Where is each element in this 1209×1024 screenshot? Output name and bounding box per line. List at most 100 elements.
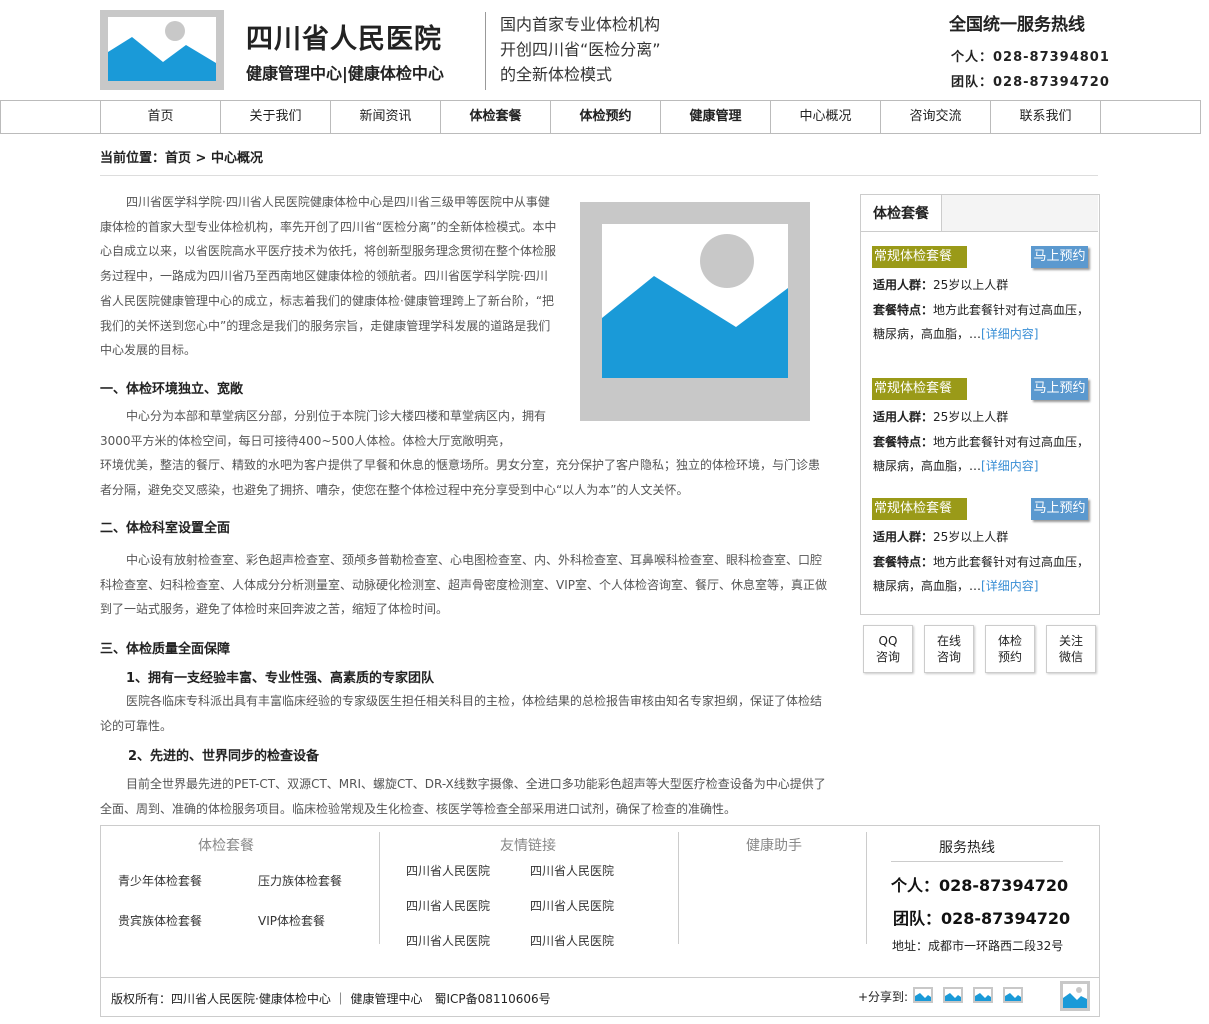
article-para-4: 目前全世界最先进的PET-CT、双源CT、MRI、螺旋CT、DR-X线数字摄像、… [100, 777, 826, 816]
package-name[interactable]: 常规体检套餐 [872, 498, 967, 520]
hotline-personal: 个人：028-87394801 [951, 50, 1110, 65]
friend-link[interactable]: 四川省人民医院 [530, 862, 614, 879]
share-icon[interactable] [943, 987, 963, 1003]
footer-image-icon[interactable] [1060, 981, 1090, 1011]
detail-link[interactable]: [详细内容] [981, 327, 1038, 341]
online-consult-button[interactable]: 在线 咨询 [924, 625, 974, 673]
wechat-label-2: 微信 [1058, 650, 1083, 664]
crowd-label: 适用人群： [873, 410, 934, 424]
article-para-2: 中心设有放射检查室、彩色超声检查室、颈颅多普勒检查室、心电图检查室、内、外科检查… [100, 553, 827, 617]
book-button[interactable]: 马上预约 [1031, 378, 1088, 400]
sidebar-tab-bar: 体检套餐 [861, 195, 1098, 232]
friend-link[interactable]: 四川省人民医院 [406, 897, 490, 914]
article-image [580, 202, 810, 421]
booking-label-1: 体检 [997, 634, 1022, 648]
header-divider [485, 12, 486, 90]
package-info: 适用人群：25岁以上人群 套餐特点：地方此套餐针对有过高血压，糖尿病，高血脂，…… [873, 525, 1093, 599]
package-name[interactable]: 常规体检套餐 [872, 378, 967, 400]
header-slogan: 国内首家专业体检机构 开创四川省“医检分离” 的全新体检模式 [500, 12, 661, 87]
footer-link[interactable]: 贵宾族体检套餐 [118, 912, 202, 929]
main-nav: 首页 关于我们 新闻资讯 体检套餐 体检预约 健康管理 中心概况 咨询交流 联系… [0, 100, 1201, 134]
feature-label: 套餐特点： [873, 434, 934, 449]
crowd-value: 25岁以上人群 [933, 530, 1009, 544]
nav-contact[interactable]: 联系我们 [990, 101, 1101, 133]
nav-news[interactable]: 新闻资讯 [330, 101, 440, 133]
detail-link[interactable]: [详细内容] [981, 459, 1038, 473]
hotline-underline [891, 861, 1063, 862]
nav-home[interactable]: 首页 [100, 101, 220, 133]
footer-divider [866, 832, 867, 944]
detail-link[interactable]: [详细内容] [981, 579, 1038, 593]
footer-divider [678, 832, 679, 944]
online-label-1: 在线 [936, 634, 961, 648]
nav-about[interactable]: 关于我们 [220, 101, 330, 133]
article-para-1a: 中心分为本部和草堂病区分部，分别位于本院门诊大楼四楼和草堂病区内，拥有3000平… [100, 409, 547, 448]
footer-hotline-title: 服务热线 [939, 840, 995, 856]
feature-label: 套餐特点： [873, 554, 934, 569]
article-heading-2: 二、体检科室设置全面 [100, 521, 231, 536]
share-icon[interactable] [1003, 987, 1023, 1003]
wechat-button[interactable]: 关注 微信 [1046, 625, 1096, 673]
footer-personal: 个人：028-87394720 [891, 876, 1069, 895]
footer-divider [379, 832, 380, 944]
footer-link[interactable]: 压力族体检套餐 [258, 872, 342, 889]
footer-link[interactable]: VIP体检套餐 [258, 912, 325, 929]
footer-packages-title: 体检套餐 [198, 838, 254, 854]
booking-button[interactable]: 体检 预约 [985, 625, 1035, 673]
crowd-value: 25岁以上人群 [933, 410, 1009, 424]
hospital-name: 四川省人民医院 [246, 24, 442, 55]
article-intro: 四川省医学科学院·四川省人民医院健康体检中心是四川省三级甲等医院中从事健康体检的… [100, 195, 557, 358]
footer-team: 团队：028-87394720 [893, 909, 1071, 928]
friend-link[interactable]: 四川省人民医院 [406, 932, 490, 949]
copyright: 版权所有：四川省人民医院·健康体检中心 ｜ 健康管理中心 蜀ICP备081106… [111, 992, 551, 1006]
qq-label-2: 咨询 [875, 650, 900, 664]
footer-bottom-divider [101, 977, 1099, 978]
nav-booking[interactable]: 体检预约 [550, 101, 660, 133]
crowd-value: 25岁以上人群 [933, 278, 1009, 292]
article-heading-1: 一、体检环境独立、宽敞 [100, 382, 244, 397]
article-heading-3: 三、体检质量全面保障 [100, 642, 231, 657]
logo-image[interactable] [100, 10, 224, 90]
article-para-1b: 环境优美，整洁的餐厅、精致的水吧为客户提供了早餐和休息的惬意场所。男女分室，充分… [100, 458, 821, 497]
wechat-label-1: 关注 [1058, 634, 1083, 648]
friend-link[interactable]: 四川省人民医院 [530, 897, 614, 914]
feature-label: 套餐特点： [873, 302, 934, 317]
book-button[interactable]: 马上预约 [1031, 246, 1088, 268]
article-para-3: 医院各临床专科派出具有丰富临床经验的专家级医生担任相关科目的主检，体检结果的总检… [100, 694, 823, 733]
nav-consult[interactable]: 咨询交流 [880, 101, 990, 133]
hotline-team: 团队：028-87394720 [951, 75, 1110, 90]
article-subheading-1: 1、拥有一支经验丰富、专业性强、高素质的专家团队 [126, 671, 435, 686]
footer: 体检套餐 青少年体检套餐 压力族体检套餐 贵宾族体检套餐 VIP体检套餐 友情链… [100, 825, 1100, 1017]
slogan-line-1: 国内首家专业体检机构 [500, 15, 661, 34]
breadcrumb: 当前位置：首页 > 中心概况 [100, 151, 263, 166]
nav-health[interactable]: 健康管理 [660, 101, 770, 133]
share-label: +分享到: [858, 990, 909, 1004]
share-icon[interactable] [973, 987, 993, 1003]
book-button[interactable]: 马上预约 [1031, 498, 1088, 520]
booking-label-2: 预约 [997, 650, 1022, 664]
footer-address: 地址：成都市一环路西二段32号 [892, 939, 1064, 953]
share-icon[interactable] [913, 987, 933, 1003]
hospital-subtitle: 健康管理中心|健康体检中心 [246, 64, 444, 83]
online-label-2: 咨询 [936, 650, 961, 664]
footer-assistant-title: 健康助手 [746, 838, 802, 854]
qq-label-1: QQ [878, 634, 898, 648]
nav-overview[interactable]: 中心概况 [770, 101, 880, 133]
breadcrumb-divider [100, 175, 1098, 176]
footer-links-title: 友情链接 [500, 838, 556, 854]
nav-packages[interactable]: 体检套餐 [440, 101, 550, 133]
friend-link[interactable]: 四川省人民医院 [406, 862, 490, 879]
package-sidebar: 体检套餐 常规体检套餐 马上预约 适用人群：25岁以上人群 套餐特点：地方此套餐… [860, 194, 1100, 615]
package-info: 适用人群：25岁以上人群 套餐特点：地方此套餐针对有过高血压，糖尿病，高血脂，…… [873, 405, 1093, 479]
footer-link[interactable]: 青少年体检套餐 [118, 872, 202, 889]
article-subheading-2: 2、先进的、世界同步的检查设备 [128, 749, 320, 764]
qq-consult-button[interactable]: QQ 咨询 [863, 625, 913, 673]
slogan-line-3: 的全新体检模式 [500, 65, 613, 84]
crowd-label: 适用人群： [873, 530, 934, 544]
friend-link[interactable]: 四川省人民医院 [530, 932, 614, 949]
package-name[interactable]: 常规体检套餐 [872, 246, 967, 268]
package-info: 适用人群：25岁以上人群 套餐特点：地方此套餐针对有过高血压，糖尿病，高血脂，…… [873, 273, 1093, 347]
slogan-line-2: 开创四川省“医检分离” [500, 40, 661, 59]
hotline-title: 全国统一服务热线 [949, 15, 1085, 35]
sidebar-tab-packages[interactable]: 体检套餐 [861, 195, 942, 231]
